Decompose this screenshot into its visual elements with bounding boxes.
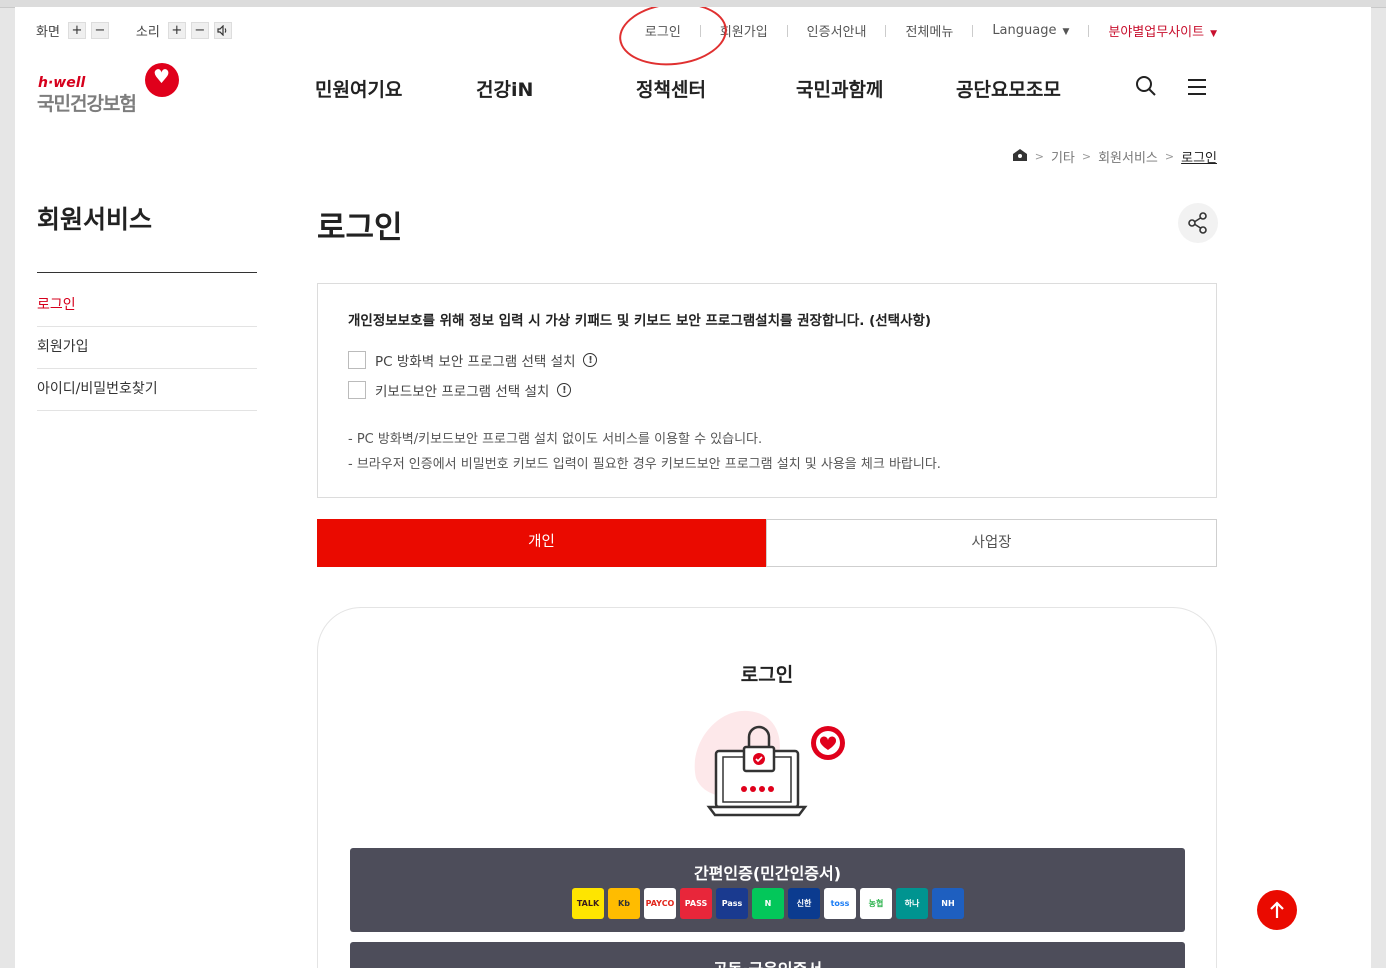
firewall-checkbox-label[interactable]: PC 방화벽 보안 프로그램 선택 설치 (375, 350, 575, 370)
cert-provider-icon: 하나 (896, 888, 928, 919)
breadcrumb: > 기타 > 회원서비스 > 로그인 (1012, 147, 1217, 166)
laptop-lock-icon (678, 703, 858, 827)
security-notice-box: 개인정보보호를 위해 정보 입력 시 가상 키패드 및 키보드 보안 프로그램설… (317, 283, 1217, 498)
common-cert-label: 공동·금융인증서 (350, 956, 1185, 968)
divider (786, 24, 788, 37)
info-icon[interactable]: ! (557, 383, 572, 397)
logo-name: 국민건강보험 (37, 93, 137, 115)
triangle-down-icon: ▼ (1062, 27, 1070, 37)
tab-business[interactable]: 사업장 (766, 519, 1217, 567)
gnb-item-health[interactable]: 건강iN (476, 75, 533, 102)
gnb-item-policy[interactable]: 정책센터 (636, 75, 706, 102)
screen-label: 화면 (36, 25, 60, 40)
gnb-item-about[interactable]: 공단요모조모 (956, 75, 1061, 102)
page: 화면 + − 소리 + − 로그인 회원가입 인증서안내 전체메뉴 Langua… (15, 7, 1371, 968)
screen-zoom-in-button[interactable]: + (67, 22, 86, 39)
side-title-divider (37, 272, 257, 273)
cert-provider-icon: 농협 (860, 888, 892, 919)
gnb-item-civil[interactable]: 민원여기요 (315, 75, 402, 102)
language-label: Language (992, 23, 1057, 38)
login-panel-title: 로그인 (740, 664, 794, 686)
cert-provider-icon: TALK (572, 888, 604, 919)
cert-provider-icons: TALK Kb PAYCO PASS Pass N 신한 toss 농협 하나 NH (572, 888, 968, 919)
cert-provider-icon: NH (932, 888, 964, 919)
divider (972, 24, 974, 37)
triangle-down-icon: ▼ (1210, 29, 1217, 39)
keyboard-checkbox-row: 키보드보안 프로그램 선택 설치 ! (348, 380, 572, 400)
top-utility-nav: 로그인 회원가입 인증서안내 전체메뉴 Language ▼ 분야별업무사이트 ▼ (645, 21, 1217, 40)
divider (1088, 24, 1090, 37)
all-menu-link[interactable]: 전체메뉴 (905, 21, 953, 40)
cert-provider-icon: toss (824, 888, 856, 919)
divider (885, 24, 887, 37)
chevron-right-icon: > (1081, 150, 1092, 163)
screen-zoom-group: 화면 + − (36, 21, 114, 40)
notice-note-1: - PC 방화벽/키보드보안 프로그램 설치 없이도 서비스를 이용할 수 있습… (348, 432, 763, 447)
arrow-up-icon (1270, 901, 1284, 918)
tab-personal[interactable]: 개인 (317, 519, 766, 567)
cert-provider-icon: Kb (608, 888, 640, 919)
side-title: 회원서비스 (37, 205, 153, 234)
scroll-to-top-button[interactable] (1257, 890, 1297, 930)
cert-guide-link[interactable]: 인증서안내 (807, 21, 867, 40)
join-link[interactable]: 회원가입 (720, 21, 768, 40)
page-title: 로그인 (317, 210, 403, 246)
notice-heading: 개인정보보호를 위해 정보 입력 시 가상 키패드 및 키보드 보안 프로그램설… (348, 313, 932, 329)
cert-provider-icon: PAYCO (644, 888, 676, 919)
search-icon[interactable] (1135, 75, 1157, 101)
chevron-right-icon: > (1164, 150, 1175, 163)
easy-cert-label: 간편인증(민간인증서) (693, 864, 842, 883)
home-icon[interactable] (1012, 148, 1028, 166)
screen-zoom-out-button[interactable]: − (90, 22, 109, 39)
cert-provider-icon: PASS (680, 888, 712, 919)
firewall-checkbox[interactable] (348, 351, 366, 369)
info-icon[interactable]: ! (583, 353, 598, 367)
login-type-tabs: 개인 사업장 (317, 519, 1217, 567)
common-cert-button[interactable]: 공동·금융인증서 (350, 942, 1185, 968)
keyboard-checkbox-label[interactable]: 키보드보안 프로그램 선택 설치 (375, 380, 549, 400)
breadcrumb-member[interactable]: 회원서비스 (1098, 147, 1158, 166)
speaker-icon[interactable] (213, 22, 232, 39)
share-button[interactable] (1178, 203, 1218, 243)
chevron-right-icon: > (1034, 150, 1044, 163)
red-circle-annotation (616, 7, 730, 71)
business-sites-label: 분야별업무사이트 (1108, 25, 1205, 40)
sound-group: 소리 + − (136, 21, 237, 40)
language-dropdown[interactable]: Language ▼ (992, 23, 1069, 38)
accessibility-controls: 화면 + − 소리 + − (36, 21, 259, 40)
keyboard-security-checkbox[interactable] (348, 381, 366, 399)
side-item-join[interactable]: 회원가입 (37, 327, 257, 369)
side-item-find-account[interactable]: 아이디/비밀번호찾기 (37, 369, 257, 411)
firewall-checkbox-row: PC 방화벽 보안 프로그램 선택 설치 ! (348, 350, 598, 370)
sound-up-button[interactable]: + (167, 22, 186, 39)
breadcrumb-etc[interactable]: 기타 (1051, 147, 1075, 166)
cert-provider-icon: Pass (716, 888, 748, 919)
business-sites-dropdown[interactable]: 분야별업무사이트 ▼ (1108, 21, 1217, 40)
login-panel: 로그인 간편인증(민간인증서) TALK Kb PAYCO PASS Pass N 신한 to… (317, 607, 1217, 968)
breadcrumb-current: 로그인 (1181, 151, 1217, 166)
side-menu: 로그인 회원가입 아이디/비밀번호찾기 (37, 285, 257, 411)
cert-provider-icon: N (752, 888, 784, 919)
gnb-item-citizens[interactable]: 국민과함께 (796, 75, 883, 102)
easy-cert-button[interactable]: 간편인증(민간인증서) TALK Kb PAYCO PASS Pass N 신한 toss 농협… (350, 848, 1185, 932)
hamburger-menu-icon[interactable] (1186, 78, 1208, 100)
sound-down-button[interactable]: − (190, 22, 209, 39)
heart-icon (145, 63, 179, 97)
side-item-login[interactable]: 로그인 (37, 285, 257, 327)
notice-note-2: - 브라우저 인증에서 비밀번호 키보드 입력이 필요한 경우 키보드보안 프로… (348, 457, 941, 472)
share-icon (1188, 212, 1207, 234)
cert-provider-icon: 신한 (788, 888, 820, 919)
sound-label: 소리 (135, 25, 160, 40)
